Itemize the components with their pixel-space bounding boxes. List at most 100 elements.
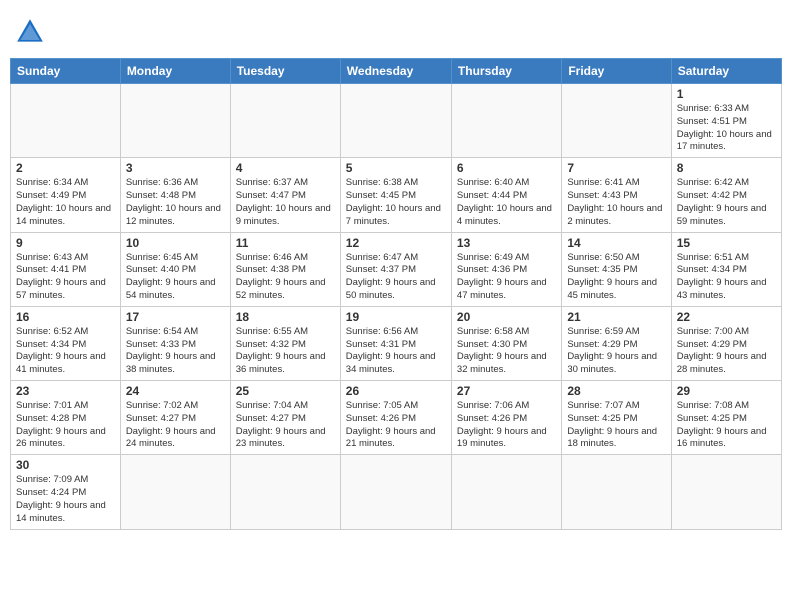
calendar-cell: 23Sunrise: 7:01 AM Sunset: 4:28 PM Dayli… — [11, 381, 121, 455]
day-number: 19 — [346, 310, 446, 324]
calendar-cell: 20Sunrise: 6:58 AM Sunset: 4:30 PM Dayli… — [451, 306, 561, 380]
calendar-cell: 3 Sunrise: 6:36 AM Sunset: 4:48 PM Daylig… — [120, 158, 230, 232]
weekday-header: Wednesday — [340, 59, 451, 84]
day-number: 7 — [567, 161, 665, 175]
calendar-cell — [562, 455, 671, 529]
day-number: 20 — [457, 310, 556, 324]
calendar-cell: 7 Sunrise: 6:41 AM Sunset: 4:43 PM Daylig… — [562, 158, 671, 232]
calendar-cell: 5 Sunrise: 6:38 AM Sunset: 4:45 PM Daylig… — [340, 158, 451, 232]
calendar-cell — [671, 455, 781, 529]
day-number: 29 — [677, 384, 776, 398]
calendar-cell: 26Sunrise: 7:05 AM Sunset: 4:26 PM Dayli… — [340, 381, 451, 455]
day-info: Sunrise: 6:50 AM Sunset: 4:35 PM Dayligh… — [567, 252, 665, 303]
day-number: 15 — [677, 236, 776, 250]
day-info: Sunrise: 7:04 AM Sunset: 4:27 PM Dayligh… — [236, 400, 335, 451]
weekday-header: Monday — [120, 59, 230, 84]
calendar-cell: 25 Sunrise: 7:04 AM Sunset: 4:27 PM Dayli… — [230, 381, 340, 455]
calendar-cell: 29 Sunrise: 7:08 AM Sunset: 4:25 PM Dayli… — [671, 381, 781, 455]
week-row: 9 Sunrise: 6:43 AM Sunset: 4:41 PM Daylig… — [11, 232, 782, 306]
day-number: 10 — [126, 236, 225, 250]
calendar-cell — [340, 84, 451, 158]
day-info: Sunrise: 6:49 AM Sunset: 4:36 PM Dayligh… — [457, 252, 556, 303]
calendar-cell: 24 Sunrise: 7:02 AM Sunset: 4:27 PM Dayli… — [120, 381, 230, 455]
week-row: 1Sunrise: 6:33 AM Sunset: 4:51 PM Daylig… — [11, 84, 782, 158]
calendar-cell — [562, 84, 671, 158]
calendar-cell: 18Sunrise: 6:55 AM Sunset: 4:32 PM Dayli… — [230, 306, 340, 380]
day-number: 11 — [236, 236, 335, 250]
day-number: 5 — [346, 161, 446, 175]
day-number: 6 — [457, 161, 556, 175]
day-number: 18 — [236, 310, 335, 324]
day-info: Sunrise: 6:42 AM Sunset: 4:42 PM Dayligh… — [677, 177, 776, 228]
day-info: Sunrise: 6:54 AM Sunset: 4:33 PM Dayligh… — [126, 326, 225, 377]
day-info: Sunrise: 7:00 AM Sunset: 4:29 PM Dayligh… — [677, 326, 776, 377]
week-row: 30 Sunrise: 7:09 AM Sunset: 4:24 PM Dayli… — [11, 455, 782, 529]
weekday-header: Tuesday — [230, 59, 340, 84]
week-row: 2 Sunrise: 6:34 AM Sunset: 4:49 PM Daylig… — [11, 158, 782, 232]
day-info: Sunrise: 6:46 AM Sunset: 4:38 PM Dayligh… — [236, 252, 335, 303]
calendar-cell — [11, 84, 121, 158]
week-row: 23Sunrise: 7:01 AM Sunset: 4:28 PM Dayli… — [11, 381, 782, 455]
day-info: Sunrise: 7:08 AM Sunset: 4:25 PM Dayligh… — [677, 400, 776, 451]
calendar-cell — [120, 84, 230, 158]
day-info: Sunrise: 6:38 AM Sunset: 4:45 PM Dayligh… — [346, 177, 446, 228]
day-info: Sunrise: 6:36 AM Sunset: 4:48 PM Dayligh… — [126, 177, 225, 228]
day-info: Sunrise: 6:34 AM Sunset: 4:49 PM Dayligh… — [16, 177, 115, 228]
calendar-cell: 8 Sunrise: 6:42 AM Sunset: 4:42 PM Daylig… — [671, 158, 781, 232]
day-number: 8 — [677, 161, 776, 175]
weekday-header: Sunday — [11, 59, 121, 84]
calendar-cell: 1Sunrise: 6:33 AM Sunset: 4:51 PM Daylig… — [671, 84, 781, 158]
day-info: Sunrise: 6:33 AM Sunset: 4:51 PM Dayligh… — [677, 103, 776, 154]
day-number: 24 — [126, 384, 225, 398]
logo-icon — [14, 16, 46, 48]
day-number: 3 — [126, 161, 225, 175]
calendar-cell: 6 Sunrise: 6:40 AM Sunset: 4:44 PM Daylig… — [451, 158, 561, 232]
weekday-header: Friday — [562, 59, 671, 84]
day-info: Sunrise: 7:09 AM Sunset: 4:24 PM Dayligh… — [16, 474, 115, 525]
calendar-cell — [230, 84, 340, 158]
calendar-cell: 22 Sunrise: 7:00 AM Sunset: 4:29 PM Dayli… — [671, 306, 781, 380]
calendar-cell — [120, 455, 230, 529]
day-number: 21 — [567, 310, 665, 324]
day-info: Sunrise: 6:56 AM Sunset: 4:31 PM Dayligh… — [346, 326, 446, 377]
calendar-cell — [340, 455, 451, 529]
logo — [14, 16, 50, 48]
calendar-cell: 10 Sunrise: 6:45 AM Sunset: 4:40 PM Dayli… — [120, 232, 230, 306]
day-number: 9 — [16, 236, 115, 250]
weekday-header: Thursday — [451, 59, 561, 84]
day-info: Sunrise: 6:40 AM Sunset: 4:44 PM Dayligh… — [457, 177, 556, 228]
calendar-cell: 12Sunrise: 6:47 AM Sunset: 4:37 PM Dayli… — [340, 232, 451, 306]
calendar-cell — [230, 455, 340, 529]
page-header — [10, 10, 782, 52]
day-info: Sunrise: 6:51 AM Sunset: 4:34 PM Dayligh… — [677, 252, 776, 303]
day-number: 27 — [457, 384, 556, 398]
day-info: Sunrise: 6:41 AM Sunset: 4:43 PM Dayligh… — [567, 177, 665, 228]
day-number: 30 — [16, 458, 115, 472]
day-number: 4 — [236, 161, 335, 175]
calendar-cell: 27Sunrise: 7:06 AM Sunset: 4:26 PM Dayli… — [451, 381, 561, 455]
calendar-cell — [451, 455, 561, 529]
calendar-cell: 30 Sunrise: 7:09 AM Sunset: 4:24 PM Dayli… — [11, 455, 121, 529]
day-info: Sunrise: 7:07 AM Sunset: 4:25 PM Dayligh… — [567, 400, 665, 451]
day-number: 28 — [567, 384, 665, 398]
day-number: 25 — [236, 384, 335, 398]
calendar-cell: 17 Sunrise: 6:54 AM Sunset: 4:33 PM Dayli… — [120, 306, 230, 380]
calendar-cell: 21Sunrise: 6:59 AM Sunset: 4:29 PM Dayli… — [562, 306, 671, 380]
day-number: 12 — [346, 236, 446, 250]
day-number: 2 — [16, 161, 115, 175]
calendar-cell: 4 Sunrise: 6:37 AM Sunset: 4:47 PM Daylig… — [230, 158, 340, 232]
calendar-cell: 13Sunrise: 6:49 AM Sunset: 4:36 PM Dayli… — [451, 232, 561, 306]
day-info: Sunrise: 6:45 AM Sunset: 4:40 PM Dayligh… — [126, 252, 225, 303]
day-number: 14 — [567, 236, 665, 250]
day-number: 16 — [16, 310, 115, 324]
day-info: Sunrise: 6:37 AM Sunset: 4:47 PM Dayligh… — [236, 177, 335, 228]
day-number: 17 — [126, 310, 225, 324]
calendar-cell: 16 Sunrise: 6:52 AM Sunset: 4:34 PM Dayli… — [11, 306, 121, 380]
day-info: Sunrise: 6:52 AM Sunset: 4:34 PM Dayligh… — [16, 326, 115, 377]
calendar-cell: 2 Sunrise: 6:34 AM Sunset: 4:49 PM Daylig… — [11, 158, 121, 232]
calendar-cell: 11 Sunrise: 6:46 AM Sunset: 4:38 PM Dayli… — [230, 232, 340, 306]
day-number: 22 — [677, 310, 776, 324]
calendar-cell — [451, 84, 561, 158]
day-info: Sunrise: 7:02 AM Sunset: 4:27 PM Dayligh… — [126, 400, 225, 451]
day-info: Sunrise: 6:43 AM Sunset: 4:41 PM Dayligh… — [16, 252, 115, 303]
